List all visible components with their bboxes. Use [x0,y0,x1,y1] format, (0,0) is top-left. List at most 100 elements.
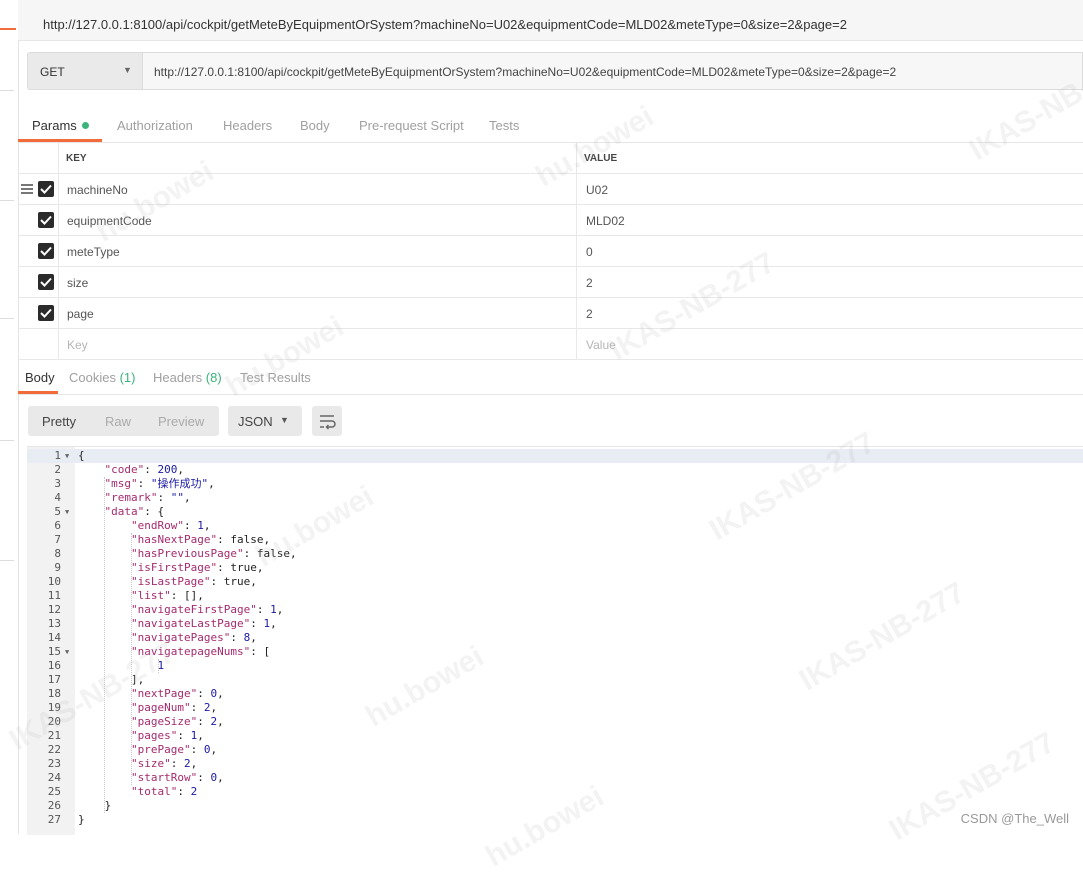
code-text: "list": [], [130,589,204,602]
code-text: "prePage": 0, [130,743,218,756]
fold-toggle-icon[interactable]: ▼ [65,645,69,659]
param-row: size 2 [18,267,1083,298]
line-number: 8 [54,547,61,560]
column-divider [58,142,59,173]
param-key[interactable]: machineNo [67,183,128,197]
drag-handle-icon[interactable] [21,184,33,196]
response-body-editor[interactable]: 1 ▼{2 "code": 200, 3 "msg": "操作成功", 4 "rema… [27,446,1083,835]
column-divider [58,329,59,359]
code-line: 7 "hasNextPage": false, [27,533,1083,547]
tab-params[interactable]: Params [32,118,89,133]
raw-button[interactable]: Raw [105,414,131,429]
wrap-lines-button[interactable] [312,406,342,436]
column-divider [58,298,59,328]
code-line: 1 ▼ { [27,449,1083,463]
fold-toggle-icon[interactable]: ▼ [65,505,69,519]
param-row: meteType 0 [18,236,1083,267]
tab-response-body[interactable]: Body [25,370,55,385]
line-number: 11 [47,589,61,602]
headers-count: (8) [205,370,222,385]
tab-test-results[interactable]: Test Results [240,370,311,385]
param-key[interactable]: meteType [67,245,120,259]
column-divider [58,205,59,235]
pretty-button[interactable]: Pretty [42,414,76,429]
param-value[interactable]: 2 [586,307,593,321]
code-text: "hasPreviousPage": false, [130,547,297,560]
method-select[interactable]: GET ▼ [27,52,143,90]
preview-button[interactable]: Preview [158,414,204,429]
code-text: "pageSize": 2, [130,715,224,728]
line-number: 19 [47,701,61,714]
line-number: 3 [54,477,61,490]
line-number: 9 [54,561,61,574]
param-checkbox[interactable] [38,274,54,290]
code-line: 10 "isLastPage": true, [27,575,1083,589]
column-divider [576,142,577,173]
format-select[interactable]: JSON ▼ [228,406,302,436]
params-table: KEY VALUE machineNo U02 equipmentCode ML… [18,142,1083,360]
code-line: 8 "hasPreviousPage": false, [27,547,1083,561]
tab-pre-request-script[interactable]: Pre-request Script [359,118,464,133]
tab-body[interactable]: Body [300,118,330,133]
code-line: 5 ▼ "data": { [27,505,1083,519]
param-checkbox[interactable] [38,181,54,197]
tab-headers[interactable]: Headers [223,118,272,133]
code-text: } [78,799,112,812]
code-text: "hasNextPage": false, [130,533,271,546]
indent-guide [131,533,132,785]
tab-tests[interactable]: Tests [489,118,519,133]
column-divider [576,174,577,204]
line-number: 15 [47,645,61,658]
tab-response-headers[interactable]: Headers (8) [153,370,222,385]
param-value[interactable]: 0 [586,245,593,259]
param-checkbox[interactable] [38,212,54,228]
line-number: 13 [47,617,61,630]
param-checkbox[interactable] [38,243,54,259]
column-divider [576,298,577,328]
line-number: 21 [47,729,61,742]
param-value[interactable]: MLD02 [586,214,625,228]
fold-toggle-icon[interactable]: ▼ [65,449,69,463]
tab-headers-label: Headers [153,370,203,385]
left-sidebar-strip [0,0,19,834]
code-text: "msg": "操作成功", [104,477,215,490]
cookies-count: (1) [119,370,136,385]
column-divider [576,205,577,235]
line-number: 16 [47,659,61,672]
column-divider [58,267,59,297]
line-number: 4 [54,491,61,504]
sidebar-divider [0,200,14,201]
url-input[interactable]: http://127.0.0.1:8100/api/cockpit/getMet… [143,52,1083,90]
param-key[interactable]: size [67,276,88,290]
url-value: http://127.0.0.1:8100/api/cockpit/getMet… [154,65,897,79]
value-input[interactable]: Value [586,338,616,352]
line-number: 1 [54,449,61,462]
tab-cookies[interactable]: Cookies (1) [69,370,135,385]
request-bar: GET ▼ http://127.0.0.1:8100/api/cockpit/… [27,52,1083,90]
value-column-header: VALUE [584,153,618,164]
param-value[interactable]: U02 [586,183,608,197]
line-number: 17 [47,673,61,686]
line-number: 12 [47,603,61,616]
sidebar-divider [0,318,14,319]
code-text: "navigateLastPage": 1, [130,617,277,630]
line-number: 10 [47,575,61,588]
code-text: "nextPage": 0, [130,687,224,700]
param-key[interactable]: page [67,307,94,321]
code-line: 20 "pageSize": 2, [27,715,1083,729]
code-text: "pages": 1, [130,729,204,742]
param-key[interactable]: equipmentCode [67,214,152,228]
code-line: 18 "nextPage": 0, [27,687,1083,701]
line-number: 5 [54,505,61,518]
tab-authorization[interactable]: Authorization [117,118,193,133]
code-text: "endRow": 1, [130,519,211,532]
param-value[interactable]: 2 [586,276,593,290]
key-input[interactable]: Key [67,338,88,352]
code-line: 23 "size": 2, [27,757,1083,771]
tab-params-label: Params [32,118,77,133]
line-number: 24 [47,771,61,784]
param-checkbox[interactable] [38,305,54,321]
request-tabs: Params Authorization Headers Body Pre-re… [18,106,1083,143]
code-text: "pageNum": 2, [130,701,218,714]
code-text: "data": { [104,505,165,518]
